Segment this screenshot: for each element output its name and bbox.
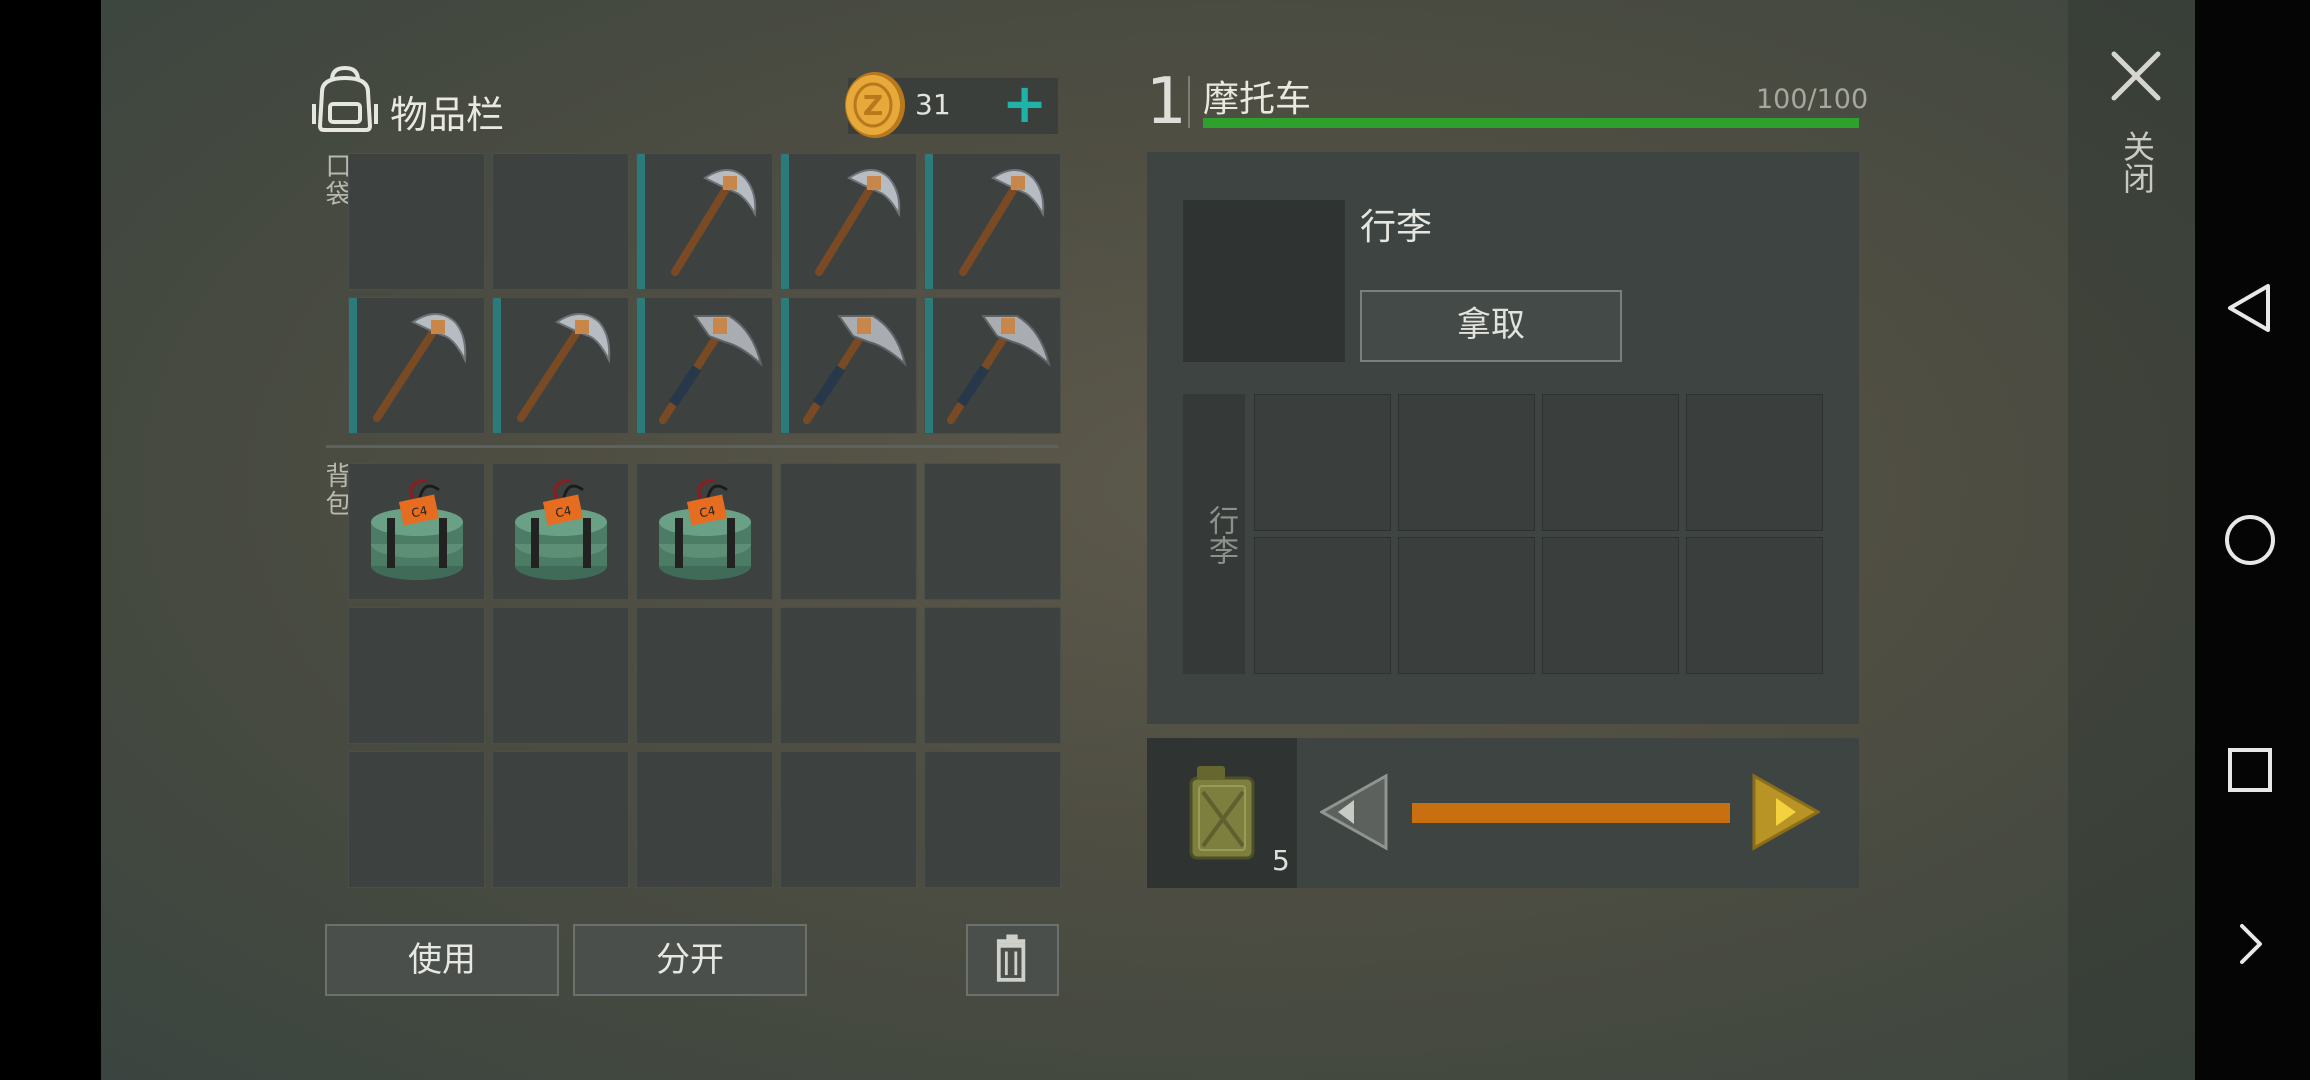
pickaxe-icon <box>373 313 467 422</box>
vehicle-durability-bar <box>1203 118 1859 128</box>
use-button[interactable]: 使用 <box>325 924 559 996</box>
pickaxe-icon <box>671 169 757 276</box>
c4-explosive-icon: C4 <box>515 478 607 580</box>
inventory-title: 物品栏 <box>390 93 505 137</box>
section-divider <box>326 445 1058 448</box>
fuel-slider[interactable] <box>1412 803 1730 823</box>
take-button[interactable]: 拿取 <box>1360 290 1622 362</box>
backpack-slot[interactable] <box>492 607 629 744</box>
luggage-title: 行李 <box>1360 207 1433 248</box>
backpack-slot[interactable] <box>924 607 1061 744</box>
pocket-slot[interactable] <box>780 297 917 434</box>
screen: 物品栏 Z 31 + 口袋 背包 C4 C4 C4 使用 分开 1 摩托车 10… <box>0 0 2310 1080</box>
backpack-slot[interactable] <box>636 607 773 744</box>
pocket-slot[interactable] <box>348 297 485 434</box>
add-coins-button[interactable]: + <box>1002 74 1047 134</box>
backpack-slot[interactable] <box>348 607 485 744</box>
vehicle-number: 1 <box>1146 65 1187 139</box>
c4-explosive-icon: C4 <box>659 478 751 580</box>
luggage-thumbnail <box>1183 200 1345 362</box>
coin-icon: Z <box>845 72 905 138</box>
pocket-slot[interactable] <box>924 153 1061 290</box>
pocket-slot[interactable] <box>780 153 917 290</box>
increase-fuel-arrow-icon[interactable] <box>1752 772 1820 852</box>
backpack-slot[interactable] <box>348 751 485 888</box>
trash-icon <box>996 934 1026 982</box>
vehicle-name: 摩托车 <box>1203 79 1312 120</box>
backpack-slot[interactable] <box>924 463 1061 600</box>
hammer-axe-icon <box>803 315 907 424</box>
trash-button[interactable] <box>966 924 1059 996</box>
backpack-slot[interactable] <box>780 463 917 600</box>
luggage-side-label: 行李 <box>1203 505 1238 565</box>
luggage-slot[interactable] <box>1686 537 1823 674</box>
vehicle-durability: 100/100 <box>1756 84 1869 115</box>
backpack-icon <box>312 65 378 132</box>
vehicle-separator <box>1188 76 1190 128</box>
luggage-slot[interactable] <box>1398 537 1535 674</box>
backpack-slot[interactable] <box>780 607 917 744</box>
fuel-slider-fill <box>1412 803 1730 823</box>
luggage-slot[interactable] <box>1542 537 1679 674</box>
luggage-slot[interactable] <box>1254 394 1391 531</box>
hammer-axe-icon <box>947 315 1051 424</box>
svg-text:Z: Z <box>863 89 883 122</box>
backpack-slot[interactable] <box>780 751 917 888</box>
backpack-slot[interactable]: C4 <box>492 463 629 600</box>
coin-count: 31 <box>915 88 951 121</box>
pocket-slot[interactable] <box>924 297 1061 434</box>
chevron-right-icon[interactable] <box>2222 916 2278 972</box>
pickaxe-icon <box>517 313 611 422</box>
recents-icon[interactable] <box>2222 742 2278 798</box>
backpack-slot[interactable]: C4 <box>636 463 773 600</box>
decrease-fuel-arrow-icon[interactable] <box>1320 772 1388 852</box>
close-icon[interactable] <box>2110 50 2162 102</box>
pocket-slot[interactable] <box>348 153 485 290</box>
backpack-slot[interactable] <box>924 751 1061 888</box>
split-button[interactable]: 分开 <box>573 924 807 996</box>
back-icon[interactable] <box>2222 280 2278 336</box>
backpack-slot[interactable]: C4 <box>348 463 485 600</box>
pocket-slot[interactable] <box>636 297 773 434</box>
fuel-count: 5 <box>1272 844 1290 877</box>
jerrycan-icon <box>1189 766 1255 860</box>
luggage-slot[interactable] <box>1398 394 1535 531</box>
luggage-slot[interactable] <box>1542 394 1679 531</box>
left-black-bar <box>0 0 101 1080</box>
luggage-slot[interactable] <box>1686 394 1823 531</box>
hammer-axe-icon <box>659 315 763 424</box>
luggage-slot[interactable] <box>1254 537 1391 674</box>
pocket-slot[interactable] <box>492 153 629 290</box>
backpack-slot[interactable] <box>492 751 629 888</box>
pocket-slot[interactable] <box>492 297 629 434</box>
pickaxe-icon <box>959 169 1045 276</box>
home-icon[interactable] <box>2222 512 2278 568</box>
pickaxe-icon <box>815 169 901 276</box>
c4-explosive-icon: C4 <box>371 478 463 580</box>
pocket-slot[interactable] <box>636 153 773 290</box>
backpack-slot[interactable] <box>636 751 773 888</box>
close-label[interactable]: 关闭 <box>2114 130 2160 194</box>
